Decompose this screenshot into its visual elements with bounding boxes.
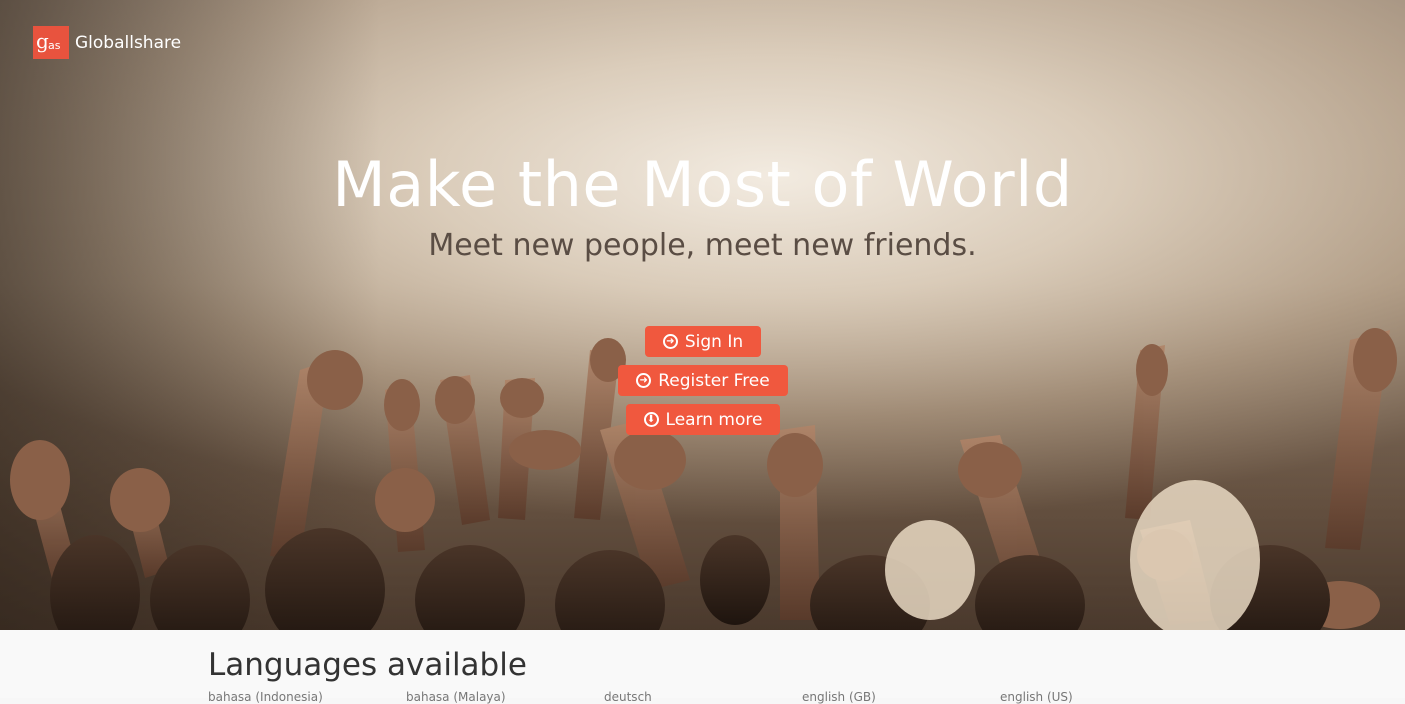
hero-banner: g as Globallshare Make the Most of World …: [0, 0, 1405, 630]
brand-name: Globallshare: [75, 32, 182, 53]
language-link[interactable]: english (US): [1000, 690, 1198, 704]
language-link[interactable]: deutsch: [604, 690, 802, 704]
learn-more-label: Learn more: [665, 409, 763, 430]
language-link[interactable]: bahasa (Indonesia): [208, 690, 406, 704]
learn-more-button[interactable]: ⬇ Learn more: [626, 404, 780, 435]
hero-title: Make the Most of World: [332, 148, 1073, 221]
languages-section: Languages available bahasa (Indonesia) b…: [0, 630, 1405, 704]
logo-sub: as: [48, 39, 61, 52]
logo-mark: g: [36, 29, 49, 53]
sign-in-button[interactable]: ➜ Sign In: [645, 326, 761, 357]
arrow-circle-right-icon: ➜: [636, 373, 652, 388]
sign-in-label: Sign In: [684, 331, 744, 352]
languages-title: Languages available: [208, 647, 527, 683]
brand-logo[interactable]: g as Globallshare: [33, 26, 181, 59]
arrow-circle-down-icon: ⬇: [643, 412, 659, 427]
logo-badge-icon: g as: [33, 26, 69, 59]
languages-list: bahasa (Indonesia) bahasa (Malaya) deuts…: [208, 690, 1198, 704]
hero-subtitle: Meet new people, meet new friends.: [428, 228, 977, 263]
arrow-circle-right-icon: ➜: [662, 334, 678, 349]
register-free-label: Register Free: [658, 370, 770, 391]
language-link[interactable]: english (GB): [802, 690, 1000, 704]
language-link[interactable]: bahasa (Malaya): [406, 690, 604, 704]
register-free-button[interactable]: ➜ Register Free: [618, 365, 788, 396]
